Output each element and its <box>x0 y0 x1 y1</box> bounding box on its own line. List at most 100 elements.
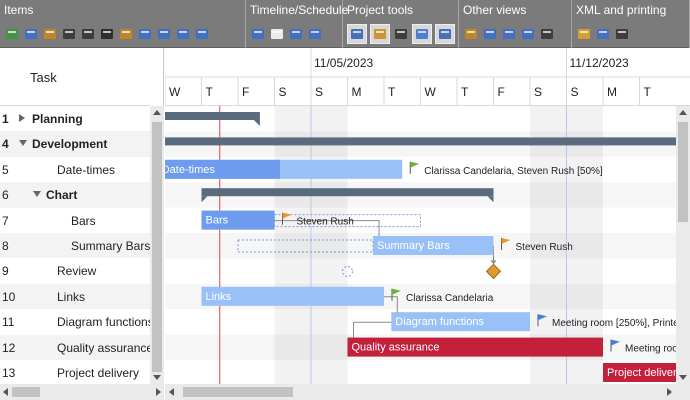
day-label: T <box>206 85 214 99</box>
dependency-icon[interactable] <box>347 24 367 44</box>
table-row[interactable]: 9 Review <box>0 258 150 283</box>
table-row[interactable]: 11 Diagram functions <box>0 309 154 334</box>
scroll-down-arrow-icon[interactable] <box>153 375 161 380</box>
task-name: Quality assurance <box>57 340 154 355</box>
chart-horizontal-scrollbar[interactable] <box>165 384 690 400</box>
task-column-header[interactable]: Task <box>30 70 57 85</box>
next-icon[interactable] <box>307 26 323 42</box>
task-name: Date-times <box>57 162 116 177</box>
task-bar-label: Quality assurance <box>352 342 440 354</box>
scroll-left-arrow-icon[interactable] <box>3 388 8 396</box>
ribbon-tools <box>347 24 455 44</box>
ribbon-group-title: Other views <box>463 3 527 17</box>
scroll-up-arrow-icon[interactable] <box>679 110 687 115</box>
task-name: Project delivery <box>57 365 140 380</box>
outdent-icon[interactable] <box>61 26 77 42</box>
table-row[interactable]: 1 Planning <box>0 106 150 131</box>
task-bar-label: Links <box>206 291 232 303</box>
resource-view-icon[interactable] <box>482 26 498 42</box>
indent-right-icon[interactable] <box>80 26 96 42</box>
summary-bar[interactable] <box>165 112 260 120</box>
ribbon-tools <box>576 24 630 44</box>
table-row[interactable]: 5 Date-times <box>0 157 150 182</box>
row-number: 7 <box>2 213 9 228</box>
printer-icon[interactable] <box>393 26 409 42</box>
milestone-diamond[interactable] <box>485 263 502 280</box>
row-number: 12 <box>2 340 16 355</box>
task-bar-label: Project delivery <box>607 367 683 379</box>
move-down-icon[interactable] <box>194 26 210 42</box>
scroll-right-arrow-icon[interactable] <box>156 388 161 396</box>
task-name: Chart <box>46 188 78 203</box>
row-number: 8 <box>2 238 9 253</box>
scrollbar-thumb[interactable] <box>678 122 688 222</box>
row-number: 5 <box>2 162 9 177</box>
row-number: 1 <box>2 112 9 126</box>
collapse-arrow-icon[interactable] <box>19 140 27 147</box>
table-row[interactable]: 6 Chart <box>0 182 150 208</box>
print-icon[interactable] <box>614 26 630 42</box>
ribbon-group-0: Items <box>0 0 246 48</box>
row-number: 9 <box>2 264 9 279</box>
scrollbar-thumb[interactable] <box>12 387 40 397</box>
calendar-icon[interactable] <box>250 26 266 42</box>
delete-icon[interactable] <box>99 26 115 42</box>
day-label: T <box>644 85 652 99</box>
network-icon[interactable] <box>501 26 517 42</box>
task-bar-label: Summary Bars <box>377 240 450 252</box>
table-row[interactable]: 13 Project delivery <box>0 360 150 385</box>
table-row[interactable]: 7 Bars <box>0 208 150 233</box>
task-name: Diagram functions <box>57 315 154 330</box>
expand-arrow-icon[interactable] <box>19 114 25 122</box>
summary-bar-right-cap <box>253 120 260 126</box>
day-label: S <box>534 85 542 99</box>
zoom-icon[interactable] <box>269 26 285 42</box>
table-row[interactable]: 8 Summary Bars <box>0 232 151 259</box>
edit-icon[interactable] <box>42 26 58 42</box>
scrollbar-thumb[interactable] <box>152 122 162 372</box>
gantt-chart-svg[interactable]: 11/05/2023 11/12/2023 W T F S S M T W T F S S M T Date-t… <box>165 48 690 384</box>
copy-icon[interactable] <box>137 26 153 42</box>
flag-icon[interactable] <box>370 24 390 44</box>
scroll-up-arrow-icon[interactable] <box>153 110 161 115</box>
day-label: M <box>607 85 617 99</box>
grid-header[interactable]: Task <box>0 48 150 106</box>
save-icon[interactable] <box>595 26 611 42</box>
summary-bar[interactable] <box>165 137 690 146</box>
scroll-left-arrow-icon[interactable] <box>169 388 174 396</box>
task-name: Summary Bars <box>71 238 151 253</box>
open-icon[interactable] <box>576 26 592 42</box>
scrollbar-thumb[interactable] <box>183 387 293 397</box>
scroll-right-arrow-icon[interactable] <box>667 388 672 396</box>
collapse-arrow-icon[interactable] <box>33 191 41 198</box>
table-row[interactable]: 10 Links <box>0 283 150 310</box>
task-name: Review <box>57 264 97 279</box>
grid-rows: 1 Planning 4 Development 5 Date-times 6 Chart 7 B… <box>0 106 154 385</box>
indent-icon[interactable] <box>23 26 39 42</box>
grid-horizontal-scrollbar[interactable] <box>0 384 164 400</box>
tree-icon[interactable] <box>520 26 536 42</box>
paste-icon[interactable] <box>156 26 172 42</box>
day-label: S <box>315 85 323 99</box>
table-row[interactable]: 12 Quality assurance <box>0 334 154 360</box>
chart-view-icon[interactable] <box>463 26 479 42</box>
table-row[interactable]: 4 Development <box>0 131 150 157</box>
green-flag-icon <box>410 161 420 168</box>
grid-vertical-scrollbar[interactable] <box>150 106 164 384</box>
list-icon[interactable] <box>539 26 555 42</box>
row-number: 10 <box>2 289 16 304</box>
previous-icon[interactable] <box>288 26 304 42</box>
day-label: W <box>425 85 437 99</box>
clear-icon[interactable] <box>118 26 134 42</box>
task-name: Development <box>32 137 108 152</box>
gantt-chart-area[interactable]: 11/05/2023 11/12/2023 W T F S S M T W T F S S M T Date-t… <box>165 48 690 400</box>
move-up-icon[interactable] <box>175 26 191 42</box>
scroll-down-arrow-icon[interactable] <box>679 375 687 380</box>
ribbon-group-2: Project tools <box>343 0 459 48</box>
chart-vertical-scrollbar[interactable] <box>676 106 690 384</box>
swap-icon[interactable] <box>435 24 455 44</box>
add-icon[interactable] <box>4 26 20 42</box>
summary-bar[interactable] <box>201 188 494 197</box>
day-label: T <box>388 85 396 99</box>
link-icon[interactable] <box>412 24 432 44</box>
